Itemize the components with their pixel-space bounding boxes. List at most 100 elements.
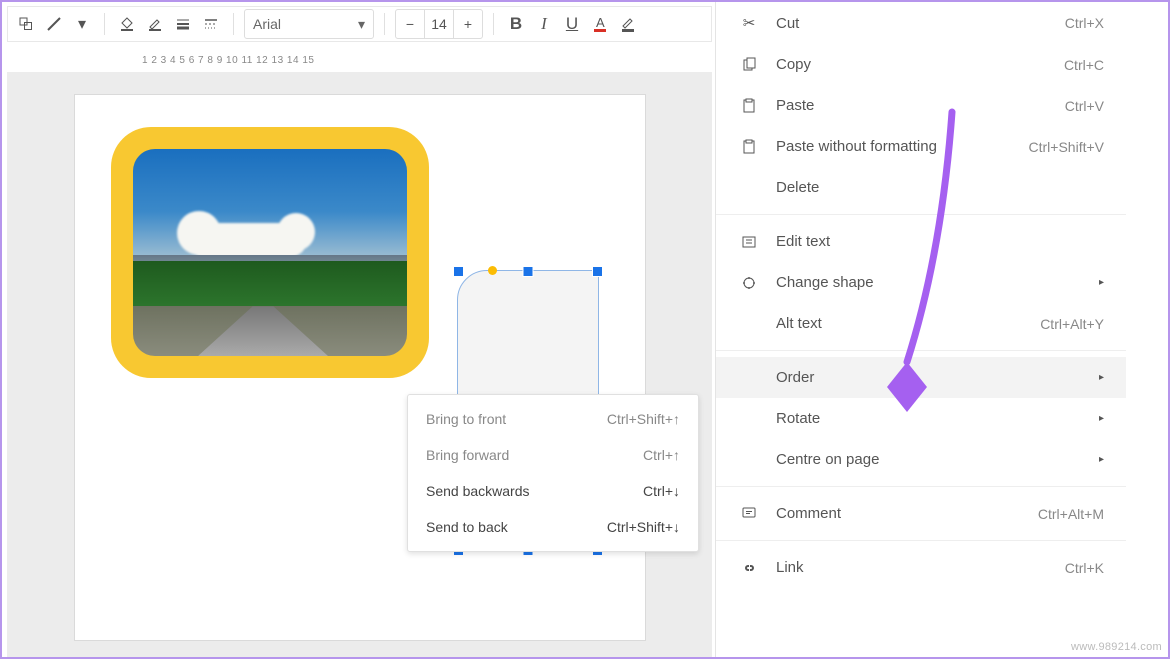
cut-icon: ✂ bbox=[738, 14, 760, 32]
menu-separator bbox=[716, 214, 1126, 215]
menu-item-label: Bring forward bbox=[426, 447, 509, 463]
menu-item-shortcut: Ctrl+Shift+↓ bbox=[607, 519, 680, 535]
font-size-stepper[interactable]: − 14 + bbox=[395, 9, 483, 39]
separator bbox=[104, 13, 105, 35]
menu-item-order[interactable]: Order ▸ bbox=[716, 357, 1126, 398]
order-submenu: Bring to front Ctrl+Shift+↑ Bring forwar… bbox=[407, 394, 699, 552]
menu-item-shortcut: Ctrl+C bbox=[1064, 57, 1104, 73]
menu-item-change-shape[interactable]: Change shape ▸ bbox=[716, 262, 1126, 303]
menu-item-label: Comment bbox=[776, 505, 1038, 522]
text-color-icon[interactable]: A bbox=[588, 12, 612, 36]
rounded-rect-image-shape[interactable] bbox=[111, 127, 429, 378]
menu-item-send-backwards[interactable]: Send backwards Ctrl+↓ bbox=[408, 473, 698, 509]
font-family-value: Arial bbox=[253, 16, 281, 32]
line-style-icon[interactable] bbox=[199, 12, 223, 36]
italic-button[interactable]: I bbox=[532, 12, 556, 36]
resize-handle-top[interactable] bbox=[522, 266, 533, 277]
line-tool-icon[interactable] bbox=[42, 12, 66, 36]
menu-item-bring-forward[interactable]: Bring forward Ctrl+↑ bbox=[408, 437, 698, 473]
comment-icon bbox=[738, 506, 760, 522]
submenu-arrow-icon: ▸ bbox=[1099, 413, 1104, 424]
menu-item-comment[interactable]: Comment Ctrl+Alt+M bbox=[716, 493, 1126, 534]
submenu-arrow-icon: ▸ bbox=[1099, 372, 1104, 383]
menu-item-shortcut: Ctrl+Shift+V bbox=[1029, 139, 1104, 155]
menu-item-label: Alt text bbox=[776, 315, 1040, 332]
menu-separator bbox=[716, 350, 1126, 351]
menu-item-centre-on-page[interactable]: Centre on page ▸ bbox=[716, 439, 1126, 480]
menu-item-shortcut: Ctrl+Shift+↑ bbox=[607, 411, 680, 427]
menu-item-rotate[interactable]: Rotate ▸ bbox=[716, 398, 1126, 439]
menu-item-bring-to-front[interactable]: Bring to front Ctrl+Shift+↑ bbox=[408, 401, 698, 437]
landscape-photo bbox=[133, 149, 407, 356]
copy-icon bbox=[738, 57, 760, 73]
highlight-color-icon[interactable] bbox=[616, 12, 640, 36]
menu-item-delete[interactable]: Delete bbox=[716, 167, 1126, 208]
change-shape-icon bbox=[738, 275, 760, 291]
menu-item-copy[interactable]: Copy Ctrl+C bbox=[716, 44, 1126, 85]
font-family-select[interactable]: Arial ▾ bbox=[244, 9, 374, 39]
menu-item-shortcut: Ctrl+V bbox=[1065, 98, 1104, 114]
app-window: ▾ Arial ▾ − 14 + B I U A 1 2 3 4 5 6 7 8… bbox=[0, 0, 1170, 659]
menu-item-label: Cut bbox=[776, 15, 1065, 32]
menu-item-label: Copy bbox=[776, 56, 1064, 73]
menu-item-shortcut: Ctrl+Alt+M bbox=[1038, 506, 1104, 522]
link-icon bbox=[738, 560, 760, 576]
dropdown-arrow-icon[interactable]: ▾ bbox=[70, 12, 94, 36]
separator bbox=[384, 13, 385, 35]
svg-text:A: A bbox=[596, 15, 605, 30]
menu-item-shortcut: Ctrl+Alt+Y bbox=[1040, 316, 1104, 332]
menu-item-shortcut: Ctrl+↑ bbox=[643, 447, 680, 463]
menu-item-shortcut: Ctrl+↓ bbox=[643, 483, 680, 499]
menu-item-paste-plain[interactable]: Paste without formatting Ctrl+Shift+V bbox=[716, 126, 1126, 167]
menu-separator bbox=[716, 540, 1126, 541]
menu-item-label: Delete bbox=[776, 179, 1104, 196]
select-tool-icon[interactable] bbox=[14, 12, 38, 36]
drawing-page[interactable] bbox=[74, 94, 646, 641]
menu-item-shortcut: Ctrl+K bbox=[1065, 560, 1104, 576]
font-size-increase[interactable]: + bbox=[454, 16, 482, 32]
menu-item-label: Paste bbox=[776, 97, 1065, 114]
separator bbox=[493, 13, 494, 35]
resize-handle-top-left[interactable] bbox=[453, 266, 464, 277]
ruler-marks: 1 2 3 4 5 6 7 8 9 10 11 12 13 14 15 bbox=[142, 55, 314, 66]
menu-item-label: Link bbox=[776, 559, 1065, 576]
menu-item-link[interactable]: Link Ctrl+K bbox=[716, 547, 1126, 588]
menu-item-paste[interactable]: Paste Ctrl+V bbox=[716, 85, 1126, 126]
canvas-area[interactable] bbox=[7, 72, 712, 657]
submenu-arrow-icon: ▸ bbox=[1099, 454, 1104, 465]
toolbar: ▾ Arial ▾ − 14 + B I U A bbox=[7, 6, 712, 42]
menu-item-send-to-back[interactable]: Send to back Ctrl+Shift+↓ bbox=[408, 509, 698, 545]
menu-item-label: Change shape bbox=[776, 274, 1091, 291]
menu-item-cut[interactable]: ✂ Cut Ctrl+X bbox=[716, 2, 1126, 44]
menu-item-label: Send backwards bbox=[426, 483, 530, 499]
menu-item-label: Edit text bbox=[776, 233, 1104, 250]
menu-item-alt-text[interactable]: Alt text Ctrl+Alt+Y bbox=[716, 303, 1126, 344]
fill-color-icon[interactable] bbox=[115, 12, 139, 36]
submenu-arrow-icon: ▸ bbox=[1099, 277, 1104, 288]
menu-item-label: Centre on page bbox=[776, 451, 1091, 468]
chevron-down-icon: ▾ bbox=[358, 16, 365, 33]
watermark-text: www.989214.com bbox=[1071, 641, 1162, 653]
menu-item-label: Bring to front bbox=[426, 411, 506, 427]
corner-radius-handle[interactable] bbox=[488, 266, 497, 275]
context-menu: ✂ Cut Ctrl+X Copy Ctrl+C Paste Ctrl+V Pa… bbox=[715, 2, 1126, 657]
paste-icon bbox=[738, 98, 760, 114]
line-color-icon[interactable] bbox=[143, 12, 167, 36]
menu-separator bbox=[716, 486, 1126, 487]
paste-plain-icon bbox=[738, 139, 760, 155]
horizontal-ruler: 1 2 3 4 5 6 7 8 9 10 11 12 13 14 15 bbox=[7, 48, 712, 73]
menu-item-edit-text[interactable]: Edit text bbox=[716, 221, 1126, 262]
menu-item-shortcut: Ctrl+X bbox=[1065, 15, 1104, 31]
line-weight-icon[interactable] bbox=[171, 12, 195, 36]
menu-item-label: Send to back bbox=[426, 519, 508, 535]
menu-item-label: Rotate bbox=[776, 410, 1091, 427]
font-size-decrease[interactable]: − bbox=[396, 16, 424, 32]
resize-handle-top-right[interactable] bbox=[592, 266, 603, 277]
bold-button[interactable]: B bbox=[504, 12, 528, 36]
menu-item-label: Paste without formatting bbox=[776, 138, 1029, 155]
underline-button[interactable]: U bbox=[560, 12, 584, 36]
menu-item-label: Order bbox=[776, 369, 1091, 386]
separator bbox=[233, 13, 234, 35]
edit-text-icon bbox=[738, 234, 760, 250]
font-size-value[interactable]: 14 bbox=[425, 16, 453, 32]
